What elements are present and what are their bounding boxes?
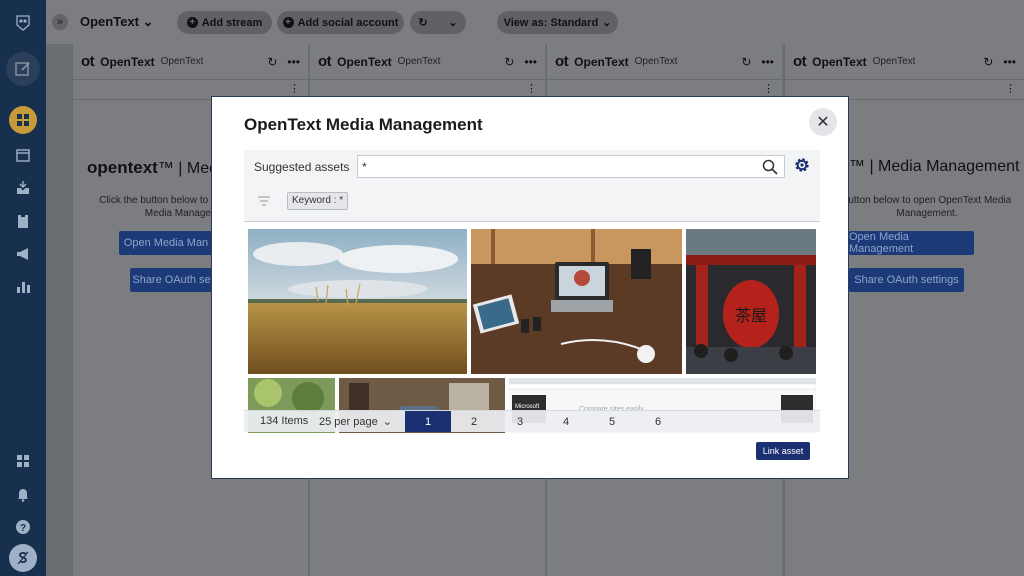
view-as-label: View as: Standard [503,16,599,29]
stream-title: OpenText [812,54,867,69]
brand-word: opentext [87,158,158,177]
lantern-text: 茶屋 [735,306,767,325]
per-page-dropdown[interactable]: 25 per page ⌄ [319,415,392,429]
suggested-assets-label: Suggested assets [254,160,350,174]
stream-subtitle: OpenText [872,56,916,67]
stream-subtitle: OpenText [634,56,678,67]
share-oauth-settings-button[interactable]: Share OAuth se [130,268,213,292]
stream-subtitle: OpenText [160,56,204,67]
dashboard-toolbar: » OpenText ⌄ + Add stream + Add social acc… [46,0,1024,44]
page-button-4[interactable]: 4 [543,411,589,432]
item-count: 134 Items [260,415,309,427]
owl-logo-icon[interactable] [8,8,38,38]
asset-thumbnail-wheat-field[interactable] [248,229,467,374]
asset-search-input[interactable] [358,156,748,177]
pagination-bar: 134 Items 25 per page ⌄ 1 2 3 4 5 6 [244,410,820,432]
more-icon[interactable]: ••• [1003,55,1016,69]
opentext-brand: opentext™ | Media [87,158,230,178]
open-media-management-button[interactable]: Open Media Man [119,231,213,255]
chevron-down-icon: ⌄ [602,17,612,29]
more-icon[interactable]: ••• [524,55,537,69]
asset-results-grid: 茶屋 Microsoft Compare sites easily [244,225,820,433]
analytics-icon[interactable] [8,272,38,302]
stream-title: OpenText [574,54,629,69]
page-button-2[interactable]: 2 [451,411,497,432]
page-button-6[interactable]: 6 [635,411,681,432]
share-oauth-settings-button[interactable]: Share OAuth settings [849,268,964,292]
opentext-logo-icon: ot [81,53,95,70]
view-as-dropdown[interactable]: View as: Standard ⌄ [497,11,618,34]
inbox-icon[interactable] [8,173,38,203]
media-management-dialog: OpenText Media Management ✕ Suggested as… [211,96,849,479]
more-icon[interactable]: ••• [287,55,300,69]
opentext-logo-icon: ot [555,53,569,70]
link-asset-button[interactable]: Link asset [756,442,810,460]
bell-icon[interactable] [8,479,38,509]
page-button-3[interactable]: 3 [497,411,543,432]
kebab-menu-icon[interactable]: ⋮ [1005,82,1016,95]
asset-search-field[interactable] [357,155,785,178]
open-media-management-button[interactable]: Open Media Management [849,231,974,255]
compose-icon[interactable] [6,52,40,86]
calendar-icon[interactable] [8,140,38,170]
chevron-down-icon: ⌄ [382,416,392,428]
expand-sidebar-button[interactable]: » [52,14,68,30]
svg-text:?: ? [20,523,26,534]
page-button-1[interactable]: 1 [405,411,451,432]
add-stream-button[interactable]: + Add stream [177,11,272,34]
refresh-icon[interactable]: ↻ [418,16,427,29]
stream-title: OpenText [100,54,155,69]
refresh-icon[interactable]: ↻ [267,55,277,69]
refresh-icon[interactable]: ↻ [741,55,751,69]
chevron-down-icon[interactable]: ⌄ [448,16,457,29]
megaphone-icon[interactable] [8,239,38,269]
asset-thumbnail-workspace-desk[interactable] [471,229,682,374]
page-button-5[interactable]: 5 [589,411,635,432]
more-icon[interactable]: ••• [761,55,774,69]
kebab-menu-icon[interactable]: ⋮ [526,82,537,95]
keyword-filter-chip[interactable]: Keyword : * [287,192,349,210]
opentext-logo-icon: ot [318,53,332,70]
add-stream-label: Add stream [201,16,263,29]
left-navigation-rail: ? [0,0,46,576]
stream-header: ot OpenText OpenText ↻ ••• [547,44,782,80]
brand-tm: ™ [157,160,174,177]
dialog-title: OpenText Media Management [244,115,483,134]
refresh-control[interactable]: ↻ ⌄ [410,11,466,34]
kebab-menu-icon[interactable]: ⋮ [763,82,774,95]
organization-name: OpenText [80,14,139,29]
apps-icon[interactable] [8,446,38,476]
close-icon: ✕ [816,114,830,131]
plus-icon: + [282,17,294,28]
search-panel: Suggested assets Keyword : * [244,150,820,222]
add-social-account-button[interactable]: + Add social account [277,11,404,34]
refresh-icon[interactable]: ↻ [504,55,514,69]
account-avatar-icon[interactable] [9,544,37,572]
stream-header: ot OpenText OpenText ↻ ••• [310,44,545,80]
stream-subtitle: OpenText [397,56,441,67]
help-icon[interactable]: ? [8,512,38,542]
stream-header: ot OpenText OpenText ↻ ••• [73,44,308,80]
add-social-account-label: Add social account [297,16,399,29]
asset-thumbnail-temple-lantern[interactable]: 茶屋 [686,229,816,374]
opentext-brand: ™ | Media Management [849,158,1019,176]
filter-icon[interactable] [257,196,271,206]
plus-icon: + [186,17,198,28]
chevron-down-icon: ⌄ [142,14,154,29]
refresh-icon[interactable]: ↻ [983,55,993,69]
close-dialog-button[interactable]: ✕ [809,108,837,136]
brand-product: | Media Management [869,158,1020,175]
streams-icon[interactable] [9,106,37,134]
brand-tm: ™ [849,158,865,175]
organization-selector[interactable]: OpenText ⌄ [80,14,154,30]
opentext-logo-icon: ot [793,53,807,70]
stream-header: ot OpenText OpenText ↻ ••• [785,44,1024,80]
per-page-label: 25 per page [319,415,378,428]
kebab-menu-icon[interactable]: ⋮ [289,82,300,95]
assignments-icon[interactable] [8,206,38,236]
intro-text: button below to open OpenText Media Mana… [842,195,1012,219]
settings-gear-icon[interactable] [793,156,811,174]
stream-title: OpenText [337,54,392,69]
search-icon[interactable] [762,159,778,175]
